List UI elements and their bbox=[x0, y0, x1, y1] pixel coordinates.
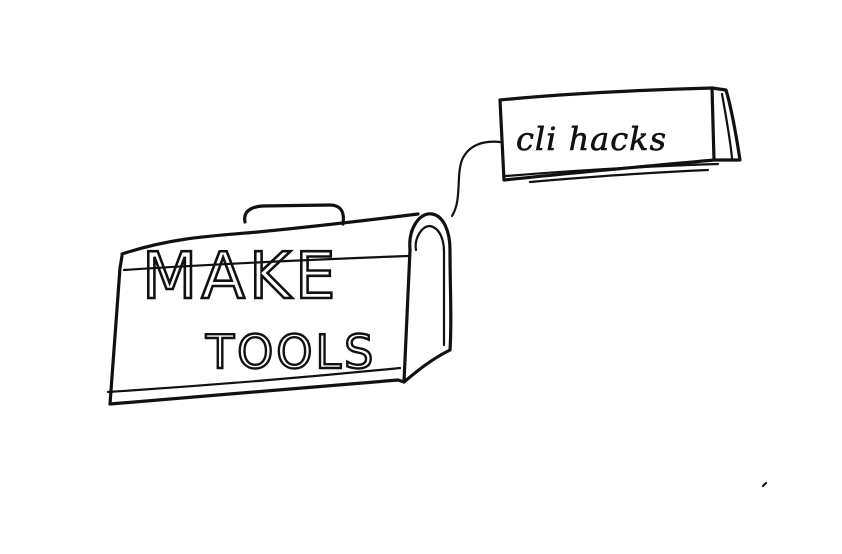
toolbox-label-line2: TOOLS bbox=[205, 325, 376, 379]
toolbox-handle bbox=[243, 203, 346, 226]
tag-label: cli hacks bbox=[516, 120, 667, 158]
speck-mark bbox=[761, 481, 768, 488]
cli-hacks-tag: cli hacks bbox=[498, 86, 742, 184]
toolbox: MAKE TOOLS bbox=[106, 203, 453, 406]
toolbox-end-inner bbox=[414, 224, 446, 347]
tag-end-cap bbox=[710, 86, 742, 162]
tag-string bbox=[450, 140, 502, 218]
toolbox-label-line1: MAKE bbox=[142, 240, 339, 314]
toolbox-sketch-diagram: MAKE TOOLS cli hacks bbox=[106, 86, 768, 488]
